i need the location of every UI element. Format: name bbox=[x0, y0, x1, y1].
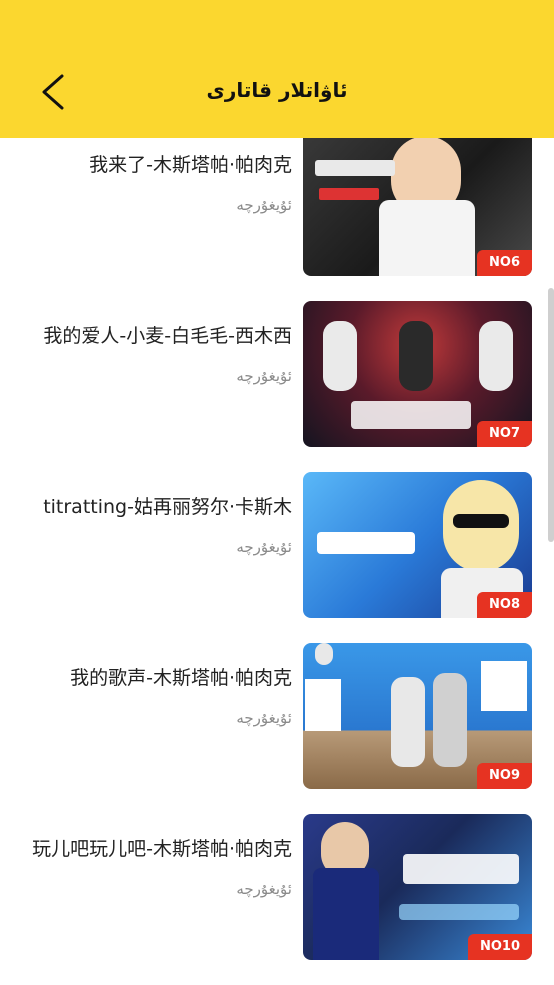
song-thumbnail[interactable]: NO8 bbox=[303, 472, 532, 618]
song-title: 我来了-木斯塔帕·帕肉克 bbox=[89, 154, 292, 176]
list-item[interactable]: 我来了-木斯塔帕·帕肉克 ئۇيغۇرچە NO6 bbox=[0, 138, 554, 276]
song-language: ئۇيغۇرچە bbox=[236, 880, 292, 898]
song-language: ئۇيغۇرچە bbox=[236, 367, 292, 385]
song-thumbnail[interactable]: NO9 bbox=[303, 643, 532, 789]
song-title: titratting-姑再丽努尔·卡斯木 bbox=[43, 496, 292, 518]
page-title: ئاۋاتلار قاتارى bbox=[206, 78, 348, 102]
list-item[interactable]: 玩儿吧玩儿吧-木斯塔帕·帕肉克 ئۇيغۇرچە NO10 bbox=[0, 784, 554, 960]
song-thumbnail[interactable]: NO7 bbox=[303, 301, 532, 447]
rank-badge: NO10 bbox=[467, 934, 532, 960]
scrollbar[interactable] bbox=[548, 288, 554, 542]
song-thumbnail[interactable]: NO6 bbox=[303, 138, 532, 276]
app-header: ئاۋاتلار قاتارى bbox=[0, 0, 554, 138]
list-item[interactable]: 我的歌声-木斯塔帕·帕肉克 ئۇيغۇرچە NO9 bbox=[0, 613, 554, 789]
song-title: 我的歌声-木斯塔帕·帕肉克 bbox=[70, 667, 292, 689]
list-item[interactable]: titratting-姑再丽努尔·卡斯木 ئۇيغۇرچە NO8 bbox=[0, 442, 554, 618]
song-thumbnail[interactable]: NO10 bbox=[303, 814, 532, 960]
list-item[interactable]: 我的爱人-小麦-白毛毛-西木西 ئۇيغۇرچە NO7 bbox=[0, 271, 554, 447]
song-language: ئۇيغۇرچە bbox=[236, 196, 292, 214]
song-language: ئۇيغۇرچە bbox=[236, 538, 292, 556]
song-list[interactable]: 我来了-木斯塔帕·帕肉克 ئۇيغۇرچە NO6 我的爱人-小麦-白毛毛-西木… bbox=[0, 138, 554, 985]
song-title: 我的爱人-小麦-白毛毛-西木西 bbox=[43, 325, 292, 347]
song-title: 玩儿吧玩儿吧-木斯塔帕·帕肉克 bbox=[32, 838, 292, 860]
song-language: ئۇيغۇرچە bbox=[236, 709, 292, 727]
